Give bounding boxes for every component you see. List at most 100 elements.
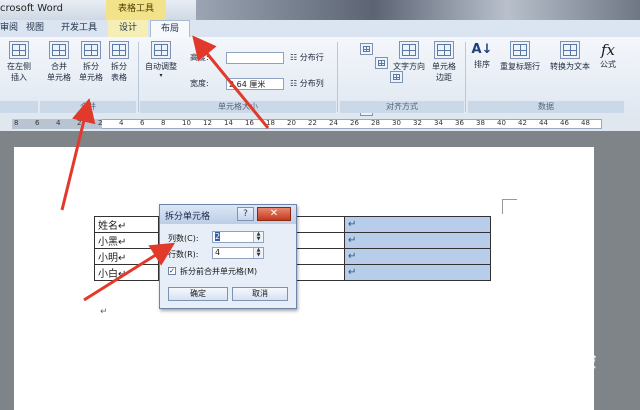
spinner-arrows-icon[interactable]: ▲ ▼: [253, 232, 263, 242]
ruler-tick-label: 40: [497, 119, 506, 127]
window-title: crosoft Word: [0, 3, 63, 14]
table-cell[interactable]: 小明↵: [94, 248, 159, 265]
split-table-icon: [109, 41, 129, 59]
table-cell[interactable]: 小黑↵: [94, 232, 159, 249]
cell-margins-label: 单元格 边距: [432, 62, 456, 82]
ruler-tick-label: 32: [413, 119, 422, 127]
watermark-url: jingyan.baidu.com: [494, 382, 578, 392]
horizontal-ruler: 8 6 4 2 2 4 6 8 10 12 14 16 18 20 22 24 26 28 30 32 34 36 38 40…: [0, 117, 640, 132]
columns-label: 列数(C):: [168, 234, 199, 243]
align-top-center-icon[interactable]: [374, 57, 388, 69]
ruler-tick-label: 34: [434, 119, 443, 127]
data-group-label: 数据: [468, 101, 624, 113]
convert-to-text-icon: [560, 41, 580, 59]
align-top-right-icon[interactable]: [389, 71, 403, 83]
ok-button[interactable]: 确定: [168, 287, 228, 301]
selected-cell[interactable]: ↵: [344, 248, 491, 265]
merge-before-label: 拆分前合并单元格(M): [180, 267, 258, 276]
cell-margins-button[interactable]: 单元格 边距: [428, 41, 460, 83]
desktop-background: [196, 0, 640, 20]
tab-review[interactable]: 审阅: [0, 20, 18, 37]
distribute-cols-button[interactable]: ☷ 分布列: [290, 77, 324, 91]
split-table-button[interactable]: 拆分 表格: [106, 41, 132, 83]
insert-left-label: 在左侧 插入: [7, 62, 31, 82]
sort-button[interactable]: A↓ 排序: [470, 41, 494, 70]
group-separator: [465, 42, 466, 112]
dialog-title: 拆分单元格: [165, 212, 211, 222]
merge-before-checkbox[interactable]: ✓: [168, 267, 176, 275]
formula-button[interactable]: fx 公式: [596, 41, 620, 70]
convert-to-text-button[interactable]: 转换为文本: [546, 41, 594, 72]
cancel-button[interactable]: 取消: [232, 287, 288, 301]
ruler-tick-label: 2: [98, 119, 103, 127]
paragraph-mark: ↵: [100, 307, 108, 317]
tab-design[interactable]: 设计: [108, 20, 148, 37]
tab-view[interactable]: 视图: [20, 20, 50, 37]
insert-left-button[interactable]: 在左侧 插入: [2, 41, 36, 83]
tab-layout[interactable]: 布局: [150, 20, 190, 38]
rows-spinner[interactable]: 4 ▲ ▼: [212, 247, 264, 259]
autofit-label: 自动调整: [145, 62, 177, 71]
split-cells-icon: [81, 41, 101, 59]
dialog-title-bar: 拆分单元格 ? ✕: [160, 205, 296, 224]
text-direction-button[interactable]: 文字方向: [390, 41, 428, 72]
width-field[interactable]: 2.64 厘米: [226, 78, 284, 90]
ruler-tick-label: 20: [287, 119, 296, 127]
chevron-down-icon: ▾: [159, 72, 163, 79]
repeat-header-button[interactable]: 重复标题行: [496, 41, 544, 72]
merge-cells-button[interactable]: 合并 单元格: [42, 41, 76, 83]
selected-cell[interactable]: ↵: [344, 216, 491, 233]
ruler-tick-label: 28: [371, 119, 380, 127]
ruler-tick-label: 30: [392, 119, 401, 127]
ruler-tick-label: 16: [245, 119, 254, 127]
formula-label: 公式: [600, 60, 616, 69]
watermark-brand: Baidu经验: [492, 348, 597, 372]
help-button[interactable]: ?: [237, 207, 254, 221]
table-cell[interactable]: 小白↵: [94, 264, 159, 281]
autofit-icon: [151, 41, 171, 59]
table-cell[interactable]: 姓名↵: [94, 216, 159, 233]
tab-developer[interactable]: 开发工具: [54, 20, 104, 37]
distribute-rows-label: 分布行: [299, 53, 324, 62]
ruler-tick-label: 48: [581, 119, 590, 127]
ruler-tick-label: 38: [476, 119, 485, 127]
split-cells-button[interactable]: 拆分 单元格: [74, 41, 108, 83]
align-top-left-icon[interactable]: [359, 43, 373, 55]
ruler-tick-label: 4: [56, 119, 61, 127]
baidu-watermark: Baidu经验 jingyan.baidu.com: [492, 344, 632, 404]
alignment-grid: [344, 43, 403, 205]
title-bar: crosoft Word 表格工具: [0, 0, 640, 20]
ribbon: 在左侧 插入 合并 单元格 拆分 单元格 拆分 表格 合并 自动调整 ▾ 高度:…: [0, 37, 640, 205]
ruler-tick-label: 22: [308, 119, 317, 127]
merge-cells-label: 合并 单元格: [47, 62, 71, 82]
ruler-tick-label: 36: [455, 119, 464, 127]
ruler-tick-label: 18: [266, 119, 275, 127]
table-tools-context-tab: 表格工具: [106, 0, 166, 20]
ruler-tick-label: 6: [35, 119, 40, 127]
sort-label: 排序: [474, 60, 490, 69]
columns-spinner[interactable]: 2 ▲ ▼: [212, 231, 264, 243]
height-field[interactable]: [226, 52, 284, 64]
selected-cell[interactable]: ↵: [344, 264, 491, 281]
ruler-tick-label: 44: [539, 119, 548, 127]
group-separator: [337, 42, 338, 112]
split-table-label: 拆分 表格: [111, 62, 127, 82]
spinner-arrows-icon[interactable]: ▲ ▼: [253, 248, 263, 258]
columns-value: 2: [215, 232, 221, 241]
ruler-tick-label: 24: [329, 119, 338, 127]
selected-cell[interactable]: ↵: [344, 232, 491, 249]
cell-size-group-label: 单元格大小: [140, 101, 336, 113]
ruler-tick-label: 6: [140, 119, 145, 127]
ruler-tick-label: 12: [203, 119, 212, 127]
close-button[interactable]: ✕: [257, 207, 291, 221]
ruler-tick-label: 8: [14, 119, 19, 127]
split-cells-label: 拆分 单元格: [79, 62, 103, 82]
margin-marker: [502, 199, 517, 214]
ribbon-tab-row: 审阅 视图 开发工具 设计 布局: [0, 20, 640, 38]
autofit-button[interactable]: 自动调整 ▾: [142, 41, 180, 79]
formula-fx-icon: fx: [600, 41, 615, 59]
width-label: 宽度:: [190, 79, 209, 88]
distribute-rows-button[interactable]: ☷ 分布行: [290, 51, 324, 65]
ruler-tick-label: 26: [350, 119, 359, 127]
distribute-rows-icon: ☷: [290, 53, 300, 62]
